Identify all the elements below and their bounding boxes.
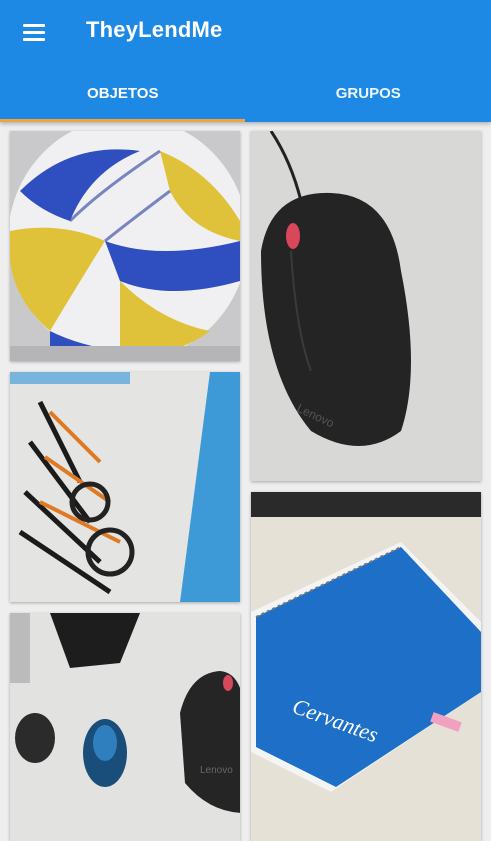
item-card-notebook[interactable]: Cervantes — [251, 492, 481, 841]
item-card-mouse[interactable]: Lenovo — [251, 131, 481, 481]
item-card-spin-bikes[interactable] — [10, 372, 240, 602]
items-grid: Lenovo Cervantes Lenovo — [0, 122, 491, 841]
selected-tab-indicator — [0, 119, 245, 122]
volleyball-image — [10, 131, 240, 361]
tab-grupos[interactable]: GRUPOS — [246, 64, 491, 122]
item-card-mice[interactable]: Lenovo — [10, 613, 240, 841]
tab-bar: OBJETOS GRUPOS — [0, 64, 491, 122]
item-card-volleyball[interactable] — [10, 131, 240, 361]
spin-bikes-image — [10, 372, 240, 602]
menu-icon[interactable] — [14, 16, 54, 48]
app-title: TheyLendMe — [86, 17, 223, 42]
app-bar: TheyLendMe OBJETOS GRUPOS — [0, 0, 491, 122]
mouse-image: Lenovo — [251, 131, 481, 481]
svg-text:Lenovo: Lenovo — [200, 765, 233, 776]
tab-objetos[interactable]: OBJETOS — [0, 64, 246, 122]
mice-image: Lenovo — [10, 613, 240, 841]
notebook-image: Cervantes — [251, 492, 481, 841]
